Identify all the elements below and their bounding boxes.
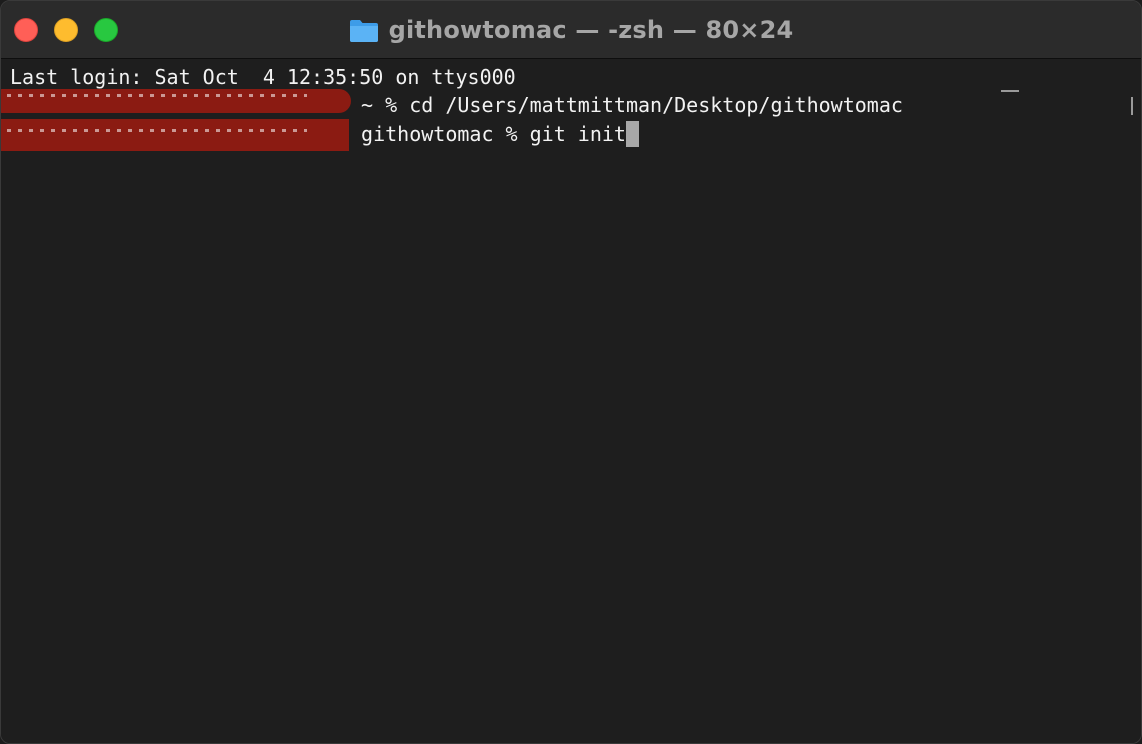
scroll-marker (1131, 97, 1133, 115)
last-login-line: Last login: Sat Oct 4 12:35:50 on ttys00… (10, 65, 516, 89)
prompt-suffix: githowtomac % (349, 122, 530, 146)
command-line-cd: ~ % cd /Users/mattmittman/Desktop/githow… (349, 91, 903, 119)
command-text: cd /Users/mattmittman/Desktop/githowtoma… (409, 93, 903, 117)
redacted-prompt-1 (1, 89, 351, 113)
command-line-git-init: githowtomac % git init (349, 120, 639, 148)
title-text: githowtomac — -zsh — 80×24 (388, 16, 794, 44)
window-title: githowtomac — -zsh — 80×24 (1, 1, 1141, 59)
scroll-marker (1001, 90, 1019, 92)
terminal-window: githowtomac — -zsh — 80×24 Last login: S… (0, 0, 1142, 744)
redaction-speckle (7, 94, 307, 97)
redaction-speckle (7, 129, 307, 132)
prompt-suffix: ~ % (349, 93, 410, 117)
text-cursor (625, 121, 639, 147)
redacted-prompt-2 (1, 119, 349, 151)
folder-icon (349, 18, 379, 43)
command-text: git init (529, 122, 626, 146)
terminal-content[interactable]: Last login: Sat Oct 4 12:35:50 on ttys00… (1, 59, 1141, 743)
title-bar[interactable]: githowtomac — -zsh — 80×24 (1, 1, 1141, 59)
